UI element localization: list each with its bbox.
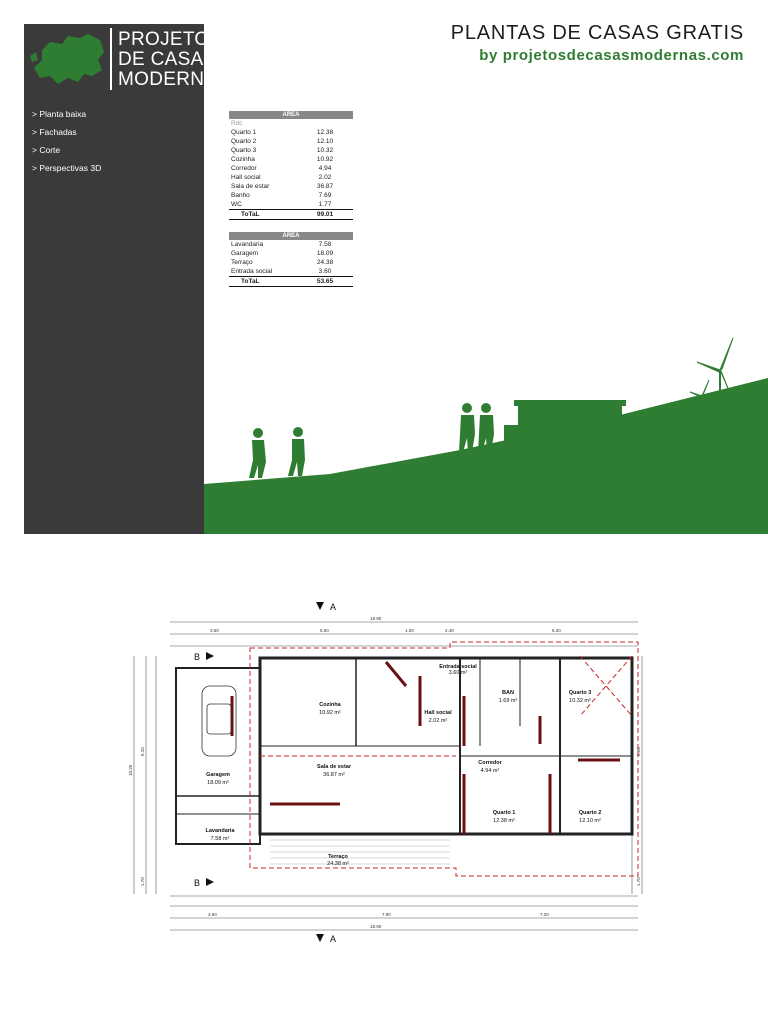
- table-row: Hall social 2.02: [231, 174, 332, 181]
- area-table-exterior: AREA Lavandaria 7.58 Garagem 18.09 Terraço…: [229, 232, 353, 287]
- menu-item-corte[interactable]: > Corte: [32, 144, 101, 162]
- table-row: Garagem 18.09: [231, 250, 334, 257]
- menu-item-perspectivas-3d[interactable]: > Perspectivas 3D: [32, 162, 101, 180]
- accent-walls: [230, 661, 620, 834]
- dim-bottom-3: 7.20: [540, 912, 549, 917]
- logo-divider: [110, 28, 112, 90]
- room-area: 36.87 m²: [323, 772, 345, 778]
- room-labels: Cozinha 10.92 m² Hall social 2.02 m² Ent…: [205, 664, 601, 867]
- table-row: WC 1.77: [231, 201, 332, 208]
- dim-bottom-total: 18.90: [370, 924, 382, 929]
- room-name: Lavandaria: [205, 828, 235, 834]
- room-area: 10.32 m²: [569, 698, 591, 704]
- table-header: AREA: [229, 111, 353, 119]
- room-name: Garagem: [206, 772, 230, 778]
- room-area: 10.92 m²: [319, 710, 341, 716]
- area-table-main: AREA Rdc Quarto 1 12.38 Quarto 2 12.10 Qua…: [229, 111, 353, 220]
- room-name: Quarto 3: [569, 690, 592, 696]
- room-name: Hall social: [424, 710, 452, 716]
- section-a-top: A: [330, 602, 336, 612]
- menu-item-fachadas[interactable]: > Fachadas: [32, 126, 101, 144]
- dim-left-3: 1.70: [140, 877, 145, 886]
- room-area: 24.38 m²: [327, 861, 349, 867]
- logo-text-line-3: MODERNAS: [118, 69, 231, 90]
- dim-right-2: 1.70: [636, 877, 641, 886]
- room-area: 18.09 m²: [207, 780, 229, 786]
- table-row: Banho 7.69: [231, 192, 332, 199]
- menu-item-planta-baixa[interactable]: > Planta baixa: [32, 108, 101, 126]
- page-subtitle-link[interactable]: by projetosdecasasmodernas.com: [479, 47, 744, 64]
- table-row: Corredor 4.94: [231, 165, 332, 172]
- dim-bottom-2: 7.90: [382, 912, 391, 917]
- table-total-row: ToTaL 99.01: [229, 209, 353, 220]
- section-b-top: B: [194, 652, 200, 662]
- room-area: 2.02 m²: [429, 718, 448, 724]
- section-b-bottom: B: [194, 878, 200, 888]
- dim-top-total: 18.90: [370, 616, 382, 621]
- dim-top-2: 5.50: [320, 628, 329, 633]
- table-total-row: ToTaL 53.65: [229, 276, 353, 287]
- dim-top-5: 6.20: [552, 628, 561, 633]
- dim-left-1: 10.20: [128, 764, 133, 776]
- table-row: Sala de estar 36.87: [231, 183, 334, 190]
- sidebar-menu: > Planta baixa > Fachadas > Corte > Pers…: [32, 108, 101, 180]
- room-area: 3.60 m²: [449, 670, 468, 676]
- logo-text-line-2: DE CASAS: [118, 49, 217, 70]
- room-area: 1.69 m²: [499, 698, 518, 704]
- table-row: Quarto 3 10.32: [231, 147, 334, 154]
- room-name: Sala de estar: [317, 764, 352, 770]
- table-row: Lavandaria 7.58: [231, 241, 332, 248]
- table-row: Terraço 24.38: [231, 259, 334, 266]
- logo-text-line-1: PROJETOS: [118, 29, 223, 50]
- room-name: Quarto 2: [579, 810, 602, 816]
- table-row: Quarto 2 12.10: [231, 138, 334, 145]
- table-row: Cozinha 10.92: [231, 156, 334, 163]
- room-area: 7.58 m²: [211, 836, 230, 842]
- dim-top-1: 3.60: [210, 628, 219, 633]
- dim-left-2: 6.10: [140, 747, 145, 756]
- room-area: 12.38 m²: [493, 818, 515, 824]
- room-area: 4.94 m²: [481, 768, 500, 774]
- table-row: Entrada social 3.60: [231, 268, 332, 275]
- dim-top-3: 1.20: [405, 628, 414, 633]
- dim-bottom-1: 3.60: [208, 912, 217, 917]
- dim-top-4: 2.40: [445, 628, 454, 633]
- table-header: AREA: [229, 232, 353, 240]
- room-name: Quarto 1: [493, 810, 516, 816]
- room-area: 12.10 m²: [579, 818, 601, 824]
- page-title: PLANTAS DE CASAS GRATIS: [450, 22, 744, 44]
- sidebar: [24, 24, 204, 534]
- room-name: BAN: [502, 690, 514, 696]
- section-a-bottom: A: [330, 934, 336, 944]
- room-name: Corredor: [478, 760, 502, 766]
- dimension-labels: 18.90 3.60 5.50 1.20 2.40 6.20 3.60 7.90…: [128, 616, 641, 929]
- europe-map-logo-icon: [30, 34, 104, 84]
- floor-plan-drawing: 18.90 3.60 5.50 1.20 2.40 6.20 3.60 7.90…: [128, 602, 643, 944]
- table-sublabel: Rdc: [231, 120, 243, 127]
- terrace-pattern: [270, 839, 450, 865]
- room-name: Terraço: [328, 854, 348, 860]
- room-name: Cozinha: [319, 702, 341, 708]
- table-row: Quarto 1 12.38: [231, 129, 334, 136]
